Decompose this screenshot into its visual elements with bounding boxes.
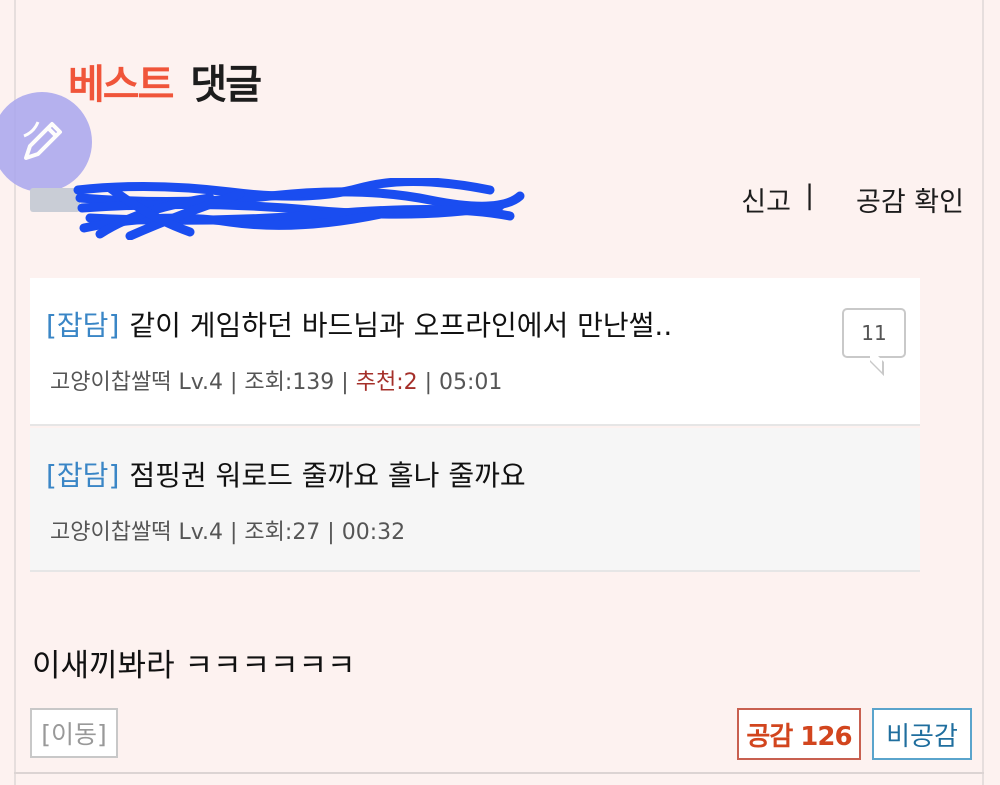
post-title-text: 같이 게임하던 바드님과 오프라인에서 만난썰..: [129, 309, 673, 342]
divider: [14, 772, 984, 774]
post-recommend: 추천:2: [355, 370, 418, 395]
dislike-button[interactable]: 비공감: [872, 708, 972, 760]
best-comment-banner: 베스트 댓글: [68, 52, 262, 110]
pencil-icon: [23, 121, 62, 160]
speech-bubble-icon[interactable]: 11: [842, 308, 906, 358]
comment-actions: 신고 | 공감 확인: [741, 180, 964, 219]
post-level: Lv.4: [178, 520, 224, 545]
post-time: 05:01: [439, 370, 503, 395]
like-button[interactable]: 공감 126: [737, 708, 861, 760]
post-card[interactable]: [잡담] 점핑권 워로드 줄까요 홀나 줄까요 고양이찹쌀떡 Lv.4 | 조회:…: [30, 428, 920, 572]
action-separator: |: [804, 180, 815, 211]
best-label: 베스트: [68, 62, 174, 108]
post-views: 조회:27: [244, 520, 321, 545]
post-time: 00:32: [341, 520, 406, 545]
report-link[interactable]: 신고: [741, 180, 791, 219]
post-meta: 고양이찹쌀떡 Lv.4 | 조회:27 | 00:32: [50, 520, 406, 545]
post-title[interactable]: [잡담] 같이 게임하던 바드님과 오프라인에서 만난썰..: [46, 304, 672, 344]
post-category: [잡담]: [46, 459, 120, 492]
commenter-info-redacted: [30, 178, 530, 240]
post-meta: 고양이찹쌀떡 Lv.4 | 조회:139 | 추천:2 | 05:01: [50, 370, 503, 395]
comment-label: 댓글: [190, 62, 262, 108]
post-views: 조회:139: [244, 370, 335, 395]
redaction-scribble: [73, 178, 525, 240]
comment-text: 이새끼봐라 ㅋㅋㅋㅋㅋㅋ: [32, 648, 356, 684]
post-card[interactable]: [잡담] 같이 게임하던 바드님과 오프라인에서 만난썰.. 고양이찹쌀떡 Lv.…: [30, 278, 920, 426]
post-author: 고양이찹쌀떡: [50, 520, 172, 545]
likes-check-link[interactable]: 공감 확인: [856, 180, 964, 219]
post-title-text: 점핑권 워로드 줄까요 홀나 줄까요: [129, 459, 526, 492]
post-category: [잡담]: [46, 309, 120, 342]
post-level: Lv.4: [178, 370, 224, 395]
post-author: 고양이찹쌀떡: [50, 370, 172, 395]
reply-count: 11: [861, 321, 887, 345]
post-title[interactable]: [잡담] 점핑권 워로드 줄까요 홀나 줄까요: [46, 454, 526, 494]
move-button[interactable]: [이동]: [30, 708, 118, 758]
